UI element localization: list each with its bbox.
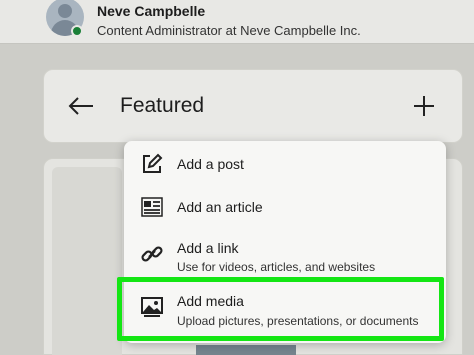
menu-item-label: Add an article <box>177 199 263 215</box>
featured-title: Featured <box>120 94 205 117</box>
plus-icon[interactable] <box>414 96 434 116</box>
menu-item-subtitle: Upload pictures, presentations, or docum… <box>177 314 419 328</box>
add-menu: Add a post Add an article Add a link Use… <box>124 141 446 343</box>
article-icon <box>141 197 163 217</box>
avatar-head <box>58 4 72 18</box>
arrow-left-icon[interactable] <box>68 96 94 116</box>
menu-item-label: Add a post <box>177 156 244 172</box>
menu-item-add-article[interactable]: Add an article <box>124 193 446 235</box>
user-title: Content Administrator at Neve Campbelle … <box>97 23 361 38</box>
menu-item-subtitle: Use for videos, articles, and websites <box>177 260 376 274</box>
menu-item-label: Add media <box>177 293 244 309</box>
link-icon <box>141 246 163 262</box>
content-thumbnail <box>196 345 296 355</box>
content-placeholder <box>52 167 122 355</box>
image-icon <box>141 297 163 317</box>
menu-item-add-media[interactable]: Add media Upload pictures, presentations… <box>124 283 446 335</box>
online-status-indicator <box>71 25 83 37</box>
user-name: Neve Campbelle <box>97 3 206 19</box>
menu-item-add-post[interactable]: Add a post <box>124 151 446 193</box>
edit-icon <box>143 153 163 173</box>
menu-item-add-link[interactable]: Add a link Use for videos, articles, and… <box>124 235 446 279</box>
menu-item-label: Add a link <box>177 240 239 256</box>
featured-card: Featured <box>43 69 463 143</box>
profile-header: Neve Campbelle Content Administrator at … <box>0 0 474 44</box>
